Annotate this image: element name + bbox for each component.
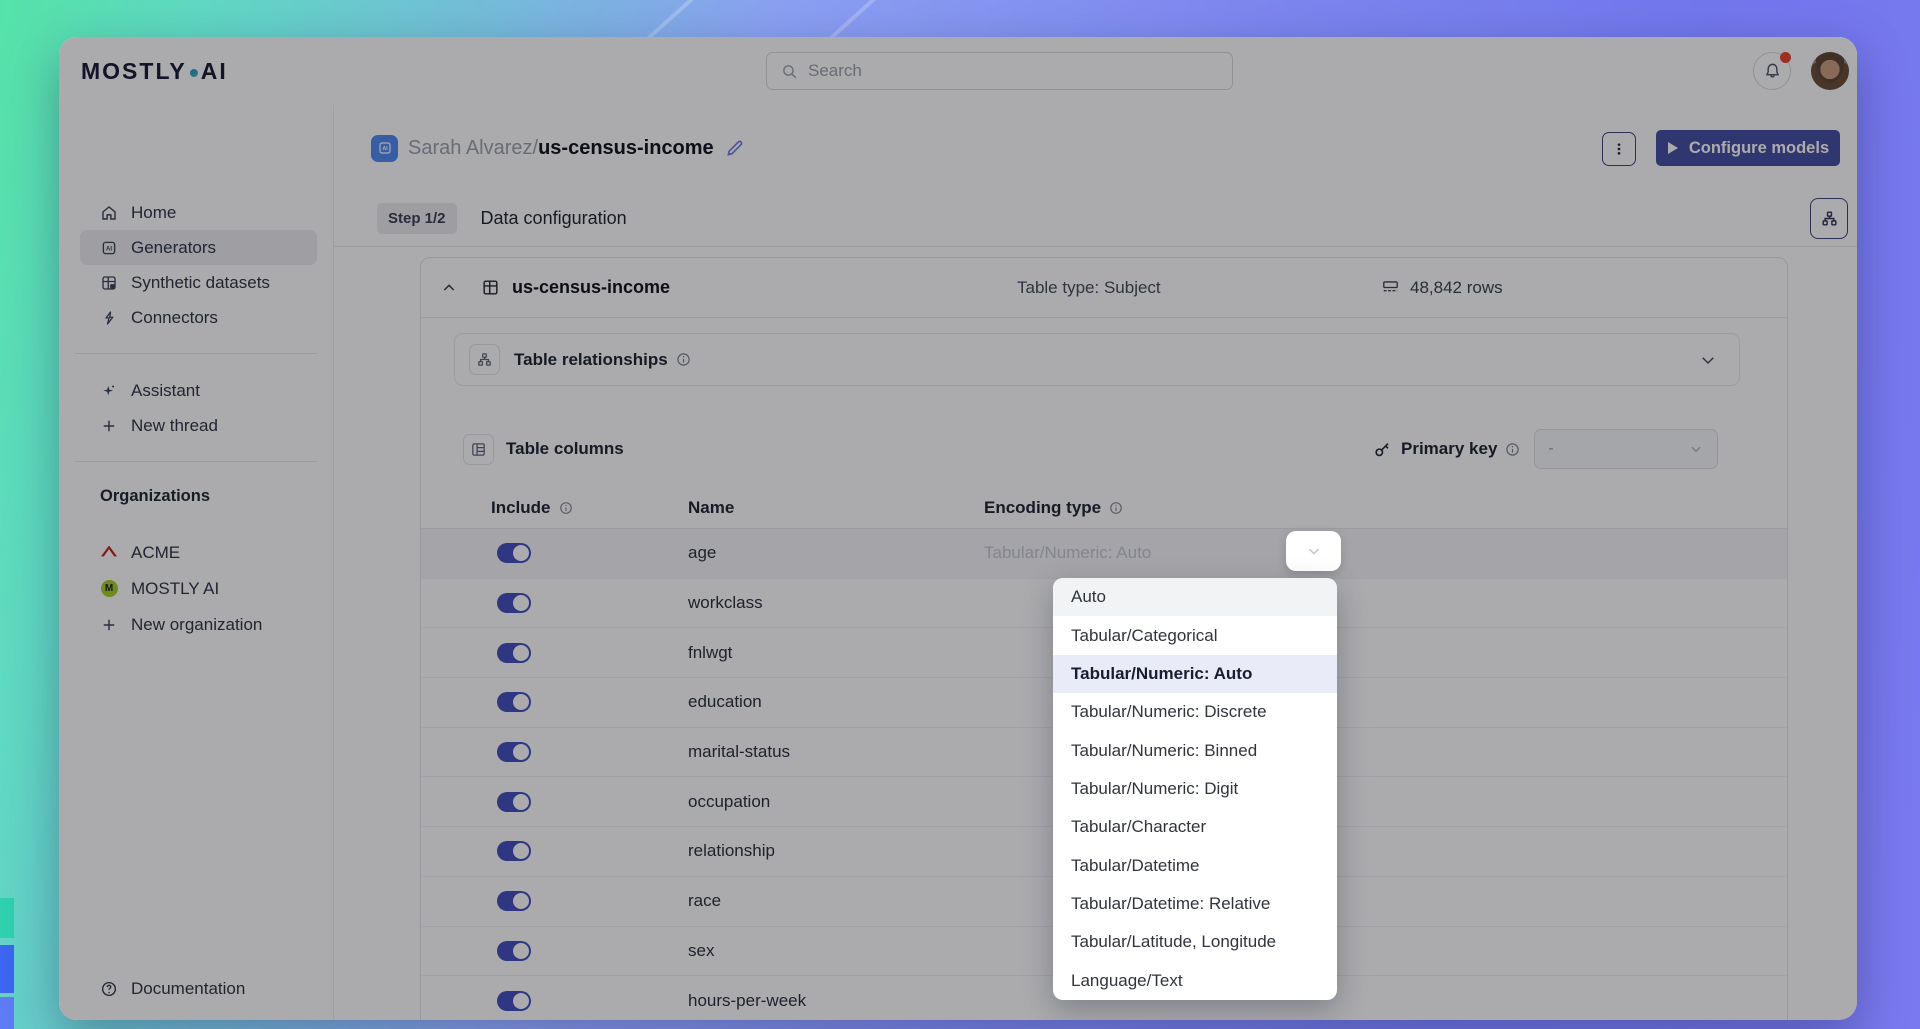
- dropdown-option[interactable]: Tabular/Latitude, Longitude: [1053, 923, 1337, 961]
- dropdown-option[interactable]: Tabular/Datetime: [1053, 847, 1337, 885]
- modal-backdrop[interactable]: [59, 37, 1857, 1020]
- edge-decoration: [0, 945, 14, 993]
- dropdown-option[interactable]: Tabular/Categorical: [1053, 616, 1337, 654]
- dropdown-option[interactable]: Tabular/Numeric: Discrete: [1053, 693, 1337, 731]
- encoding-type-dropdown: Auto Tabular/Categorical Tabular/Numeric…: [1053, 578, 1337, 1000]
- dropdown-option[interactable]: Tabular/Datetime: Relative: [1053, 885, 1337, 923]
- dropdown-option[interactable]: Tabular/Numeric: Digit: [1053, 770, 1337, 808]
- dropdown-option[interactable]: Tabular/Character: [1053, 808, 1337, 846]
- chevron-down-icon: [1305, 542, 1323, 560]
- dropdown-option[interactable]: Auto: [1053, 578, 1337, 616]
- edge-decoration: [0, 898, 14, 938]
- encoding-select-trigger[interactable]: [1286, 531, 1341, 571]
- dropdown-option[interactable]: Tabular/Numeric: Binned: [1053, 731, 1337, 769]
- edge-decoration: [0, 997, 14, 1029]
- dropdown-option[interactable]: Tabular/Numeric: Auto: [1053, 655, 1337, 693]
- app-window: MOSTLYAI Home AI Generators Synth: [59, 37, 1857, 1020]
- dropdown-option[interactable]: Language/Text: [1053, 962, 1337, 1000]
